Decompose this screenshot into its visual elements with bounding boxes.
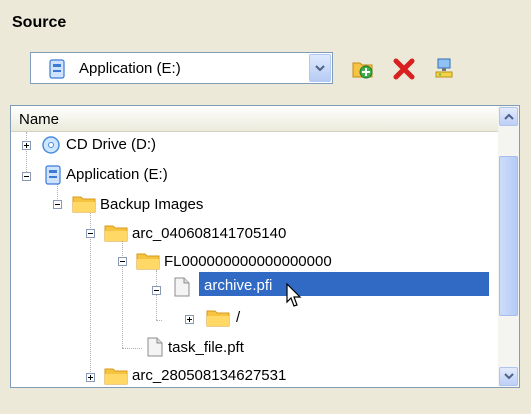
expand-toggle[interactable]	[86, 373, 95, 382]
delete-x-icon[interactable]	[392, 58, 416, 80]
scroll-up-button[interactable]	[499, 107, 518, 126]
collapse-toggle[interactable]	[22, 172, 31, 181]
tree-node-fl[interactable]: FL000000000000000000	[164, 253, 332, 270]
source-dropdown-value: Application (E:)	[79, 60, 181, 77]
folder-icon	[136, 251, 160, 275]
file-icon	[174, 277, 190, 301]
chevron-up-icon	[504, 113, 514, 120]
mouse-pointer-icon	[286, 282, 304, 313]
tree-node-cd-drive[interactable]: CD Drive (D:)	[66, 136, 156, 153]
tree-line	[156, 270, 157, 320]
cd-drive-icon	[40, 135, 62, 159]
drive-icon	[49, 59, 65, 83]
tree-line	[156, 320, 162, 321]
scroll-down-button[interactable]	[499, 367, 518, 386]
chevron-down-icon	[504, 373, 514, 380]
drive-icon	[45, 165, 61, 189]
folder-icon	[72, 194, 96, 218]
tree-node-arc-1[interactable]: arc_040608141705140	[132, 225, 286, 242]
chevron-down-icon	[315, 65, 325, 72]
tree-node-backup-images[interactable]: Backup Images	[100, 196, 203, 213]
expand-toggle[interactable]	[22, 141, 31, 150]
folder-add-icon[interactable]	[352, 58, 376, 80]
network-computer-icon[interactable]	[432, 58, 456, 80]
tree-node-application[interactable]: Application (E:)	[66, 166, 168, 183]
column-header-name[interactable]: Name	[11, 106, 498, 132]
tree-line	[122, 348, 142, 349]
expand-toggle[interactable]	[185, 315, 194, 324]
folder-icon	[206, 308, 230, 332]
scroll-thumb[interactable]	[499, 156, 518, 316]
column-header-label: Name	[19, 111, 60, 128]
source-dropdown[interactable]: Application (E:)	[30, 52, 333, 84]
dropdown-arrow-button[interactable]	[309, 54, 331, 82]
tree-node-root[interactable]: /	[236, 309, 240, 326]
folder-icon	[104, 366, 128, 390]
tree-node-task-file[interactable]: task_file.pft	[168, 339, 244, 356]
collapse-toggle[interactable]	[53, 200, 62, 209]
file-icon	[147, 337, 163, 361]
collapse-toggle[interactable]	[152, 286, 161, 295]
collapse-toggle[interactable]	[118, 257, 127, 266]
vertical-scrollbar[interactable]	[498, 106, 519, 387]
collapse-toggle[interactable]	[86, 229, 95, 238]
tree-node-arc-2[interactable]: arc_280508134627531	[132, 367, 286, 384]
folder-icon	[104, 223, 128, 247]
section-title: Source	[12, 14, 67, 31]
tree-node-archive-pfi[interactable]: archive.pfi	[204, 277, 272, 294]
